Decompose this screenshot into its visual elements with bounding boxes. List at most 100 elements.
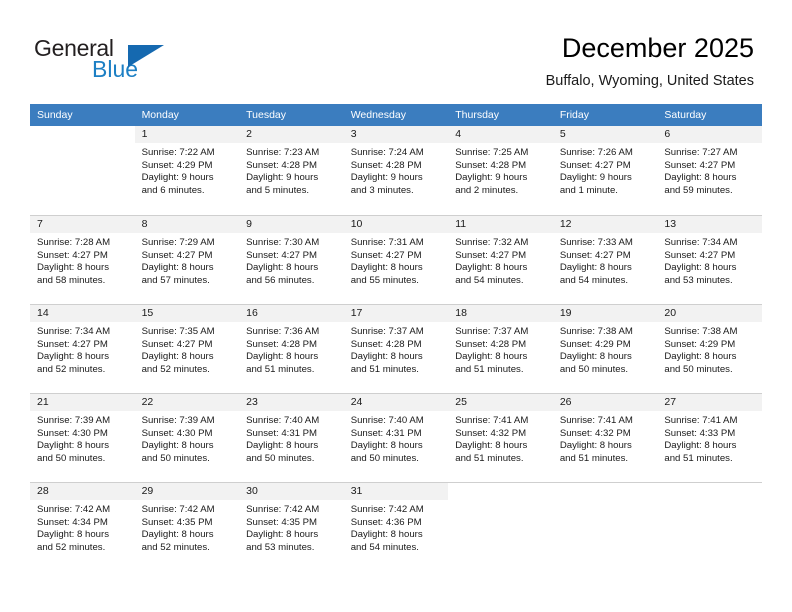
day-details: Sunrise: 7:28 AM Sunset: 4:27 PM Daylight:…: [30, 233, 135, 287]
sunrise-text: Sunrise: 7:37 AM: [350, 326, 424, 337]
day-cell-inner: 15 Sunrise: 7:35 AM Sunset: 4:27 PM Dayligh…: [134, 304, 240, 393]
calendar-day-cell[interactable]: 11 Sunrise: 7:32 AM Sunset: 4:27 PM Dayligh…: [448, 215, 553, 304]
calendar-day-cell[interactable]: 24 Sunrise: 7:40 AM Sunset: 4:31 PM Dayligh…: [343, 393, 449, 482]
daylight-text: and 52 minutes.: [141, 541, 210, 553]
day-details: Sunrise: 7:35 AM Sunset: 4:27 PM Daylight:…: [135, 322, 240, 376]
calendar-day-cell[interactable]: 14 Sunrise: 7:34 AM Sunset: 4:27 PM Dayligh…: [30, 304, 135, 393]
day-number: 6: [657, 126, 762, 143]
day-number: [448, 483, 553, 500]
sunrise-text: Sunrise: 7:41 AM: [664, 415, 738, 426]
calendar-day-cell[interactable]: 19 Sunrise: 7:38 AM Sunset: 4:29 PM Dayligh…: [552, 304, 658, 393]
sunrise-text: Sunrise: 7:39 AM: [37, 415, 111, 426]
day-details: Sunrise: 7:37 AM Sunset: 4:28 PM Daylight:…: [448, 322, 553, 376]
day-cell-inner: [448, 482, 553, 571]
daylight-text: Daylight: 8 hours: [559, 440, 632, 452]
calendar-day-cell[interactable]: 30 Sunrise: 7:42 AM Sunset: 4:35 PM Dayligh…: [239, 482, 344, 571]
calendar-day-cell[interactable]: 21 Sunrise: 7:39 AM Sunset: 4:30 PM Dayligh…: [30, 393, 135, 482]
day-number: 15: [134, 305, 240, 322]
calendar-day-cell[interactable]: 1 Sunrise: 7:22 AM Sunset: 4:29 PM Daylight…: [134, 126, 240, 215]
day-details: Sunrise: 7:42 AM Sunset: 4:35 PM Daylight:…: [135, 500, 240, 554]
daylight-text: Daylight: 8 hours: [37, 351, 109, 363]
calendar-day-cell[interactable]: 22 Sunrise: 7:39 AM Sunset: 4:30 PM Dayligh…: [134, 393, 240, 482]
day-number: 17: [343, 305, 449, 322]
day-cell-inner: 30 Sunrise: 7:42 AM Sunset: 4:35 PM Dayligh…: [239, 482, 344, 571]
calendar-week-row: 14 Sunrise: 7:34 AM Sunset: 4:27 PM Dayligh…: [30, 304, 762, 393]
calendar-day-cell[interactable]: 8 Sunrise: 7:29 AM Sunset: 4:27 PM Daylight…: [134, 215, 240, 304]
sunset-text: Sunset: 4:35 PM: [141, 516, 213, 528]
calendar-day-cell[interactable]: 18 Sunrise: 7:37 AM Sunset: 4:28 PM Dayligh…: [448, 304, 553, 393]
daylight-text: and 55 minutes.: [350, 274, 419, 286]
sunrise-text: Sunrise: 7:31 AM: [350, 237, 424, 248]
day-details: Sunrise: 7:34 AM Sunset: 4:27 PM Daylight:…: [30, 322, 135, 376]
day-number: 14: [30, 305, 135, 322]
calendar-day-cell[interactable]: 23 Sunrise: 7:40 AM Sunset: 4:31 PM Dayligh…: [239, 393, 344, 482]
day-details: Sunrise: 7:40 AM Sunset: 4:31 PM Daylight:…: [239, 411, 344, 465]
day-cell-inner: 18 Sunrise: 7:37 AM Sunset: 4:28 PM Dayligh…: [448, 304, 553, 393]
day-number: 29: [134, 483, 240, 500]
sunset-text: Sunset: 4:27 PM: [664, 159, 736, 171]
calendar-day-cell[interactable]: 25 Sunrise: 7:41 AM Sunset: 4:32 PM Dayligh…: [448, 393, 553, 482]
sunrise-text: Sunrise: 7:22 AM: [141, 147, 215, 158]
day-details: Sunrise: 7:33 AM Sunset: 4:27 PM Daylight:…: [553, 233, 658, 287]
day-cell-inner: 9 Sunrise: 7:30 AM Sunset: 4:27 PM Daylight…: [239, 215, 344, 304]
calendar-day-cell[interactable]: 15 Sunrise: 7:35 AM Sunset: 4:27 PM Dayligh…: [134, 304, 240, 393]
sunrise-text: Sunrise: 7:32 AM: [455, 237, 529, 248]
daylight-text: and 50 minutes.: [350, 452, 419, 464]
calendar-day-cell[interactable]: 29 Sunrise: 7:42 AM Sunset: 4:35 PM Dayligh…: [134, 482, 240, 571]
sunrise-text: Sunrise: 7:26 AM: [559, 147, 633, 158]
day-number: 21: [30, 394, 135, 411]
daylight-text: and 50 minutes.: [141, 452, 210, 464]
day-cell-inner: [552, 482, 658, 571]
day-details: Sunrise: 7:41 AM Sunset: 4:32 PM Daylight:…: [448, 411, 553, 465]
calendar-day-cell[interactable]: 31 Sunrise: 7:42 AM Sunset: 4:36 PM Dayligh…: [343, 482, 449, 571]
day-cell-inner: 8 Sunrise: 7:29 AM Sunset: 4:27 PM Daylight…: [134, 215, 240, 304]
day-details: Sunrise: 7:38 AM Sunset: 4:29 PM Daylight:…: [553, 322, 658, 376]
calendar-day-cell[interactable]: 3 Sunrise: 7:24 AM Sunset: 4:28 PM Daylight…: [343, 126, 449, 215]
day-details: [30, 143, 135, 147]
daylight-text: Daylight: 8 hours: [350, 262, 423, 274]
calendar-day-cell[interactable]: 5 Sunrise: 7:26 AM Sunset: 4:27 PM Daylight…: [552, 126, 658, 215]
calendar-day-cell[interactable]: 2 Sunrise: 7:23 AM Sunset: 4:28 PM Daylight…: [239, 126, 344, 215]
calendar-day-cell[interactable]: 7 Sunrise: 7:28 AM Sunset: 4:27 PM Daylight…: [30, 215, 135, 304]
daylight-text: Daylight: 8 hours: [455, 262, 528, 274]
day-cell-inner: 25 Sunrise: 7:41 AM Sunset: 4:32 PM Dayligh…: [448, 393, 553, 482]
day-cell-inner: 23 Sunrise: 7:40 AM Sunset: 4:31 PM Dayligh…: [239, 393, 344, 482]
daylight-text: and 51 minutes.: [455, 363, 524, 375]
general-blue-logo[interactable]: General Blue: [34, 36, 234, 84]
sunrise-text: Sunrise: 7:41 AM: [559, 415, 633, 426]
daylight-text: and 51 minutes.: [350, 363, 419, 375]
day-number: 26: [552, 394, 658, 411]
sunrise-text: Sunrise: 7:25 AM: [455, 147, 529, 158]
calendar-day-cell[interactable]: 13 Sunrise: 7:34 AM Sunset: 4:27 PM Dayligh…: [657, 215, 762, 304]
daylight-text: Daylight: 9 hours: [350, 172, 423, 184]
sunset-text: Sunset: 4:28 PM: [246, 338, 318, 350]
calendar-day-cell[interactable]: 17 Sunrise: 7:37 AM Sunset: 4:28 PM Dayligh…: [343, 304, 449, 393]
daylight-text: Daylight: 8 hours: [246, 529, 319, 541]
day-cell-inner: 5 Sunrise: 7:26 AM Sunset: 4:27 PM Daylight…: [552, 126, 658, 215]
calendar-day-cell[interactable]: 26 Sunrise: 7:41 AM Sunset: 4:32 PM Dayligh…: [552, 393, 658, 482]
sunset-text: Sunset: 4:28 PM: [455, 338, 527, 350]
calendar-day-cell[interactable]: 9 Sunrise: 7:30 AM Sunset: 4:27 PM Daylight…: [239, 215, 344, 304]
calendar-day-cell[interactable]: 6 Sunrise: 7:27 AM Sunset: 4:27 PM Daylight…: [657, 126, 762, 215]
day-cell-inner: 31 Sunrise: 7:42 AM Sunset: 4:36 PM Dayligh…: [343, 482, 449, 571]
sunset-text: Sunset: 4:29 PM: [141, 159, 213, 171]
page-title: December 2025: [561, 33, 754, 63]
calendar-day-cell[interactable]: 12 Sunrise: 7:33 AM Sunset: 4:27 PM Dayligh…: [552, 215, 658, 304]
calendar-day-cell[interactable]: 16 Sunrise: 7:36 AM Sunset: 4:28 PM Dayligh…: [239, 304, 344, 393]
calendar-day-cell[interactable]: 4 Sunrise: 7:25 AM Sunset: 4:28 PM Daylight…: [448, 126, 553, 215]
day-number: 13: [657, 216, 762, 233]
day-cell-inner: 2 Sunrise: 7:23 AM Sunset: 4:28 PM Daylight…: [239, 126, 344, 215]
day-cell-inner: 14 Sunrise: 7:34 AM Sunset: 4:27 PM Dayligh…: [30, 304, 135, 393]
calendar-grid: Sunday Monday Tuesday Wednesday Thursday…: [30, 104, 762, 571]
calendar-day-cell[interactable]: 27 Sunrise: 7:41 AM Sunset: 4:33 PM Dayligh…: [657, 393, 762, 482]
calendar-day-cell[interactable]: 28 Sunrise: 7:42 AM Sunset: 4:34 PM Dayligh…: [30, 482, 135, 571]
day-cell-inner: 13 Sunrise: 7:34 AM Sunset: 4:27 PM Dayligh…: [657, 215, 762, 304]
sunset-text: Sunset: 4:27 PM: [559, 159, 631, 171]
day-cell-inner: 27 Sunrise: 7:41 AM Sunset: 4:33 PM Dayligh…: [657, 393, 762, 482]
sunrise-text: Sunrise: 7:34 AM: [664, 237, 738, 248]
sunrise-text: Sunrise: 7:42 AM: [141, 504, 215, 515]
calendar-day-cell[interactable]: 10 Sunrise: 7:31 AM Sunset: 4:27 PM Dayligh…: [343, 215, 449, 304]
daylight-text: and 6 minutes.: [141, 184, 205, 196]
calendar-day-cell[interactable]: 20 Sunrise: 7:38 AM Sunset: 4:29 PM Dayligh…: [657, 304, 762, 393]
day-cell-inner: 11 Sunrise: 7:32 AM Sunset: 4:27 PM Dayligh…: [448, 215, 553, 304]
